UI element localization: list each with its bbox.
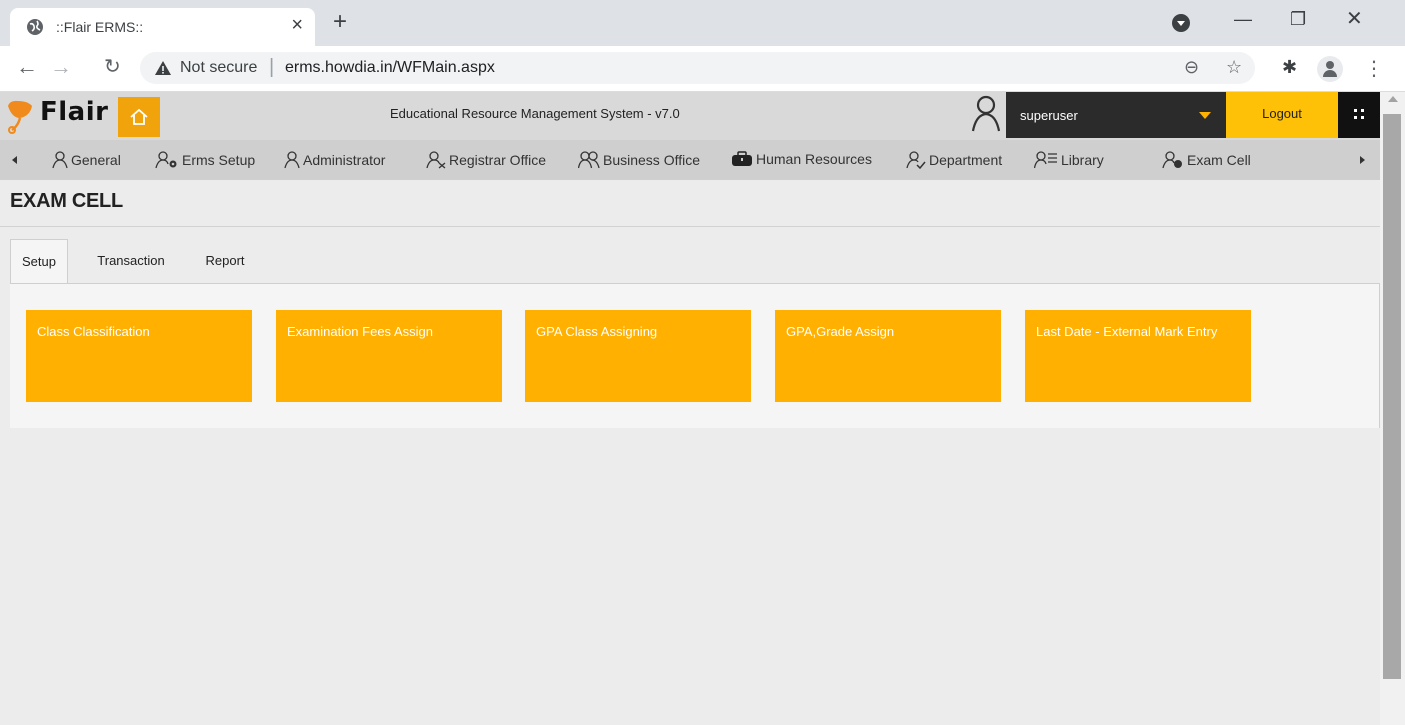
expand-icon [1354, 109, 1364, 119]
tile-gpa-grade-assign[interactable]: GPA,Grade Assign [775, 310, 1001, 402]
menu-item-library[interactable]: Library [1034, 151, 1104, 169]
caret-down-icon [1199, 112, 1211, 119]
home-icon [130, 108, 148, 125]
app-viewport: Flair Educational Resource Management Sy… [0, 92, 1380, 725]
menu-label: Library [1061, 152, 1104, 168]
menu-label: Exam Cell [1187, 152, 1251, 168]
page-title: EXAM CELL [10, 190, 123, 212]
menu-item-human-resources[interactable]: Human Resources [731, 151, 872, 167]
user-dropdown[interactable]: superuser [1006, 92, 1226, 138]
username: superuser [1020, 108, 1078, 123]
forward-icon[interactable]: → [50, 55, 72, 79]
extensions-icon[interactable]: ✱ [1282, 57, 1297, 78]
briefcase-icon [732, 151, 752, 166]
url-separator: | [269, 56, 275, 78]
user-gear-icon [155, 151, 177, 169]
menu-item-exam-cell[interactable]: Exam Cell [1162, 151, 1251, 169]
bookmark-star-icon[interactable]: ☆ [1226, 57, 1242, 78]
tile-class-classification[interactable]: Class Classification [26, 310, 252, 402]
browser-menu-icon[interactable]: ⋮ [1364, 56, 1384, 81]
app-header: Flair Educational Resource Management Sy… [0, 92, 1380, 140]
not-secure-label[interactable]: Not secure [180, 59, 257, 77]
scrollbar-thumb[interactable] [1383, 114, 1401, 679]
close-tab-icon[interactable]: × [291, 15, 303, 35]
tab-setup[interactable]: Setup [10, 239, 68, 284]
new-tab-icon[interactable]: + [333, 10, 347, 34]
menu-label: Erms Setup [182, 152, 256, 168]
user-icon [284, 151, 300, 169]
close-window-icon[interactable]: ✕ [1346, 9, 1363, 29]
warning-icon [155, 61, 171, 75]
url-text[interactable]: erms.howdia.in/WFMain.aspx [285, 59, 495, 77]
menu-label: Administrator [303, 152, 386, 168]
flair-logo[interactable]: Flair [6, 94, 118, 138]
user-list-icon [1034, 151, 1057, 169]
tab-title: ::Flair ERMS:: [56, 19, 144, 35]
logout-button[interactable]: Logout [1226, 92, 1338, 138]
reload-icon[interactable]: ↻ [104, 55, 121, 79]
user-profile-icon[interactable] [968, 93, 1004, 133]
module-menubar: General Erms Setup Administrator Registr… [0, 140, 1380, 180]
menu-label: Business Office [603, 152, 701, 168]
user-cross-icon [426, 151, 446, 169]
home-button[interactable] [118, 97, 160, 137]
scroll-up-icon[interactable] [1388, 96, 1398, 102]
profile-avatar-icon[interactable] [1317, 56, 1343, 82]
menu-item-administrator[interactable]: Administrator [284, 151, 385, 169]
browser-tab[interactable]: ::Flair ERMS:: × [10, 8, 315, 46]
brand-name: Flair [40, 97, 109, 127]
globe-icon [27, 19, 43, 35]
profile-menu-icon[interactable] [1172, 14, 1190, 32]
user-check-icon [906, 151, 926, 169]
zoom-icon[interactable]: ⊖ [1184, 57, 1199, 78]
menu-scroll-left-icon[interactable] [12, 156, 17, 164]
users-icon [578, 151, 600, 169]
menu-label: General [71, 152, 121, 168]
menu-item-business-office[interactable]: Business Office [578, 151, 700, 169]
tab-report[interactable]: Report [190, 239, 260, 284]
tile-last-date-external-mark-entry[interactable]: Last Date - External Mark Entry [1025, 310, 1251, 402]
system-title: Educational Resource Management System -… [390, 106, 680, 121]
menu-item-department[interactable]: Department [906, 151, 1002, 169]
menu-item-erms-setup[interactable]: Erms Setup [155, 151, 255, 169]
menu-item-general[interactable]: General [52, 151, 121, 169]
tab-transaction[interactable]: Transaction [86, 239, 176, 284]
title-divider [0, 226, 1380, 227]
browser-tabstrip: ::Flair ERMS:: × + — ❐ ✕ [0, 0, 1405, 46]
menu-label: Department [929, 152, 1003, 168]
tile-gpa-class-assigning[interactable]: GPA Class Assigning [525, 310, 751, 402]
browser-toolbar: ← → ↻ Not secure | erms.howdia.in/WFMain… [0, 46, 1405, 92]
address-bar[interactable]: Not secure | erms.howdia.in/WFMain.aspx … [140, 52, 1255, 84]
menu-label: Registrar Office [449, 152, 546, 168]
user-icon [52, 151, 68, 169]
menu-item-registrar-office[interactable]: Registrar Office [426, 151, 546, 169]
page-scrollbar[interactable] [1380, 92, 1405, 725]
logo-mark-icon [8, 100, 32, 134]
menu-scroll-right-icon[interactable] [1360, 156, 1365, 164]
menu-label: Human Resources [756, 151, 872, 167]
tile-examination-fees-assign[interactable]: Examination Fees Assign [276, 310, 502, 402]
restore-icon[interactable]: ❐ [1290, 9, 1306, 29]
minimize-icon[interactable]: — [1234, 9, 1252, 29]
user-settings-icon [1162, 151, 1182, 169]
fullscreen-button[interactable] [1338, 92, 1380, 138]
back-icon[interactable]: ← [16, 55, 38, 79]
